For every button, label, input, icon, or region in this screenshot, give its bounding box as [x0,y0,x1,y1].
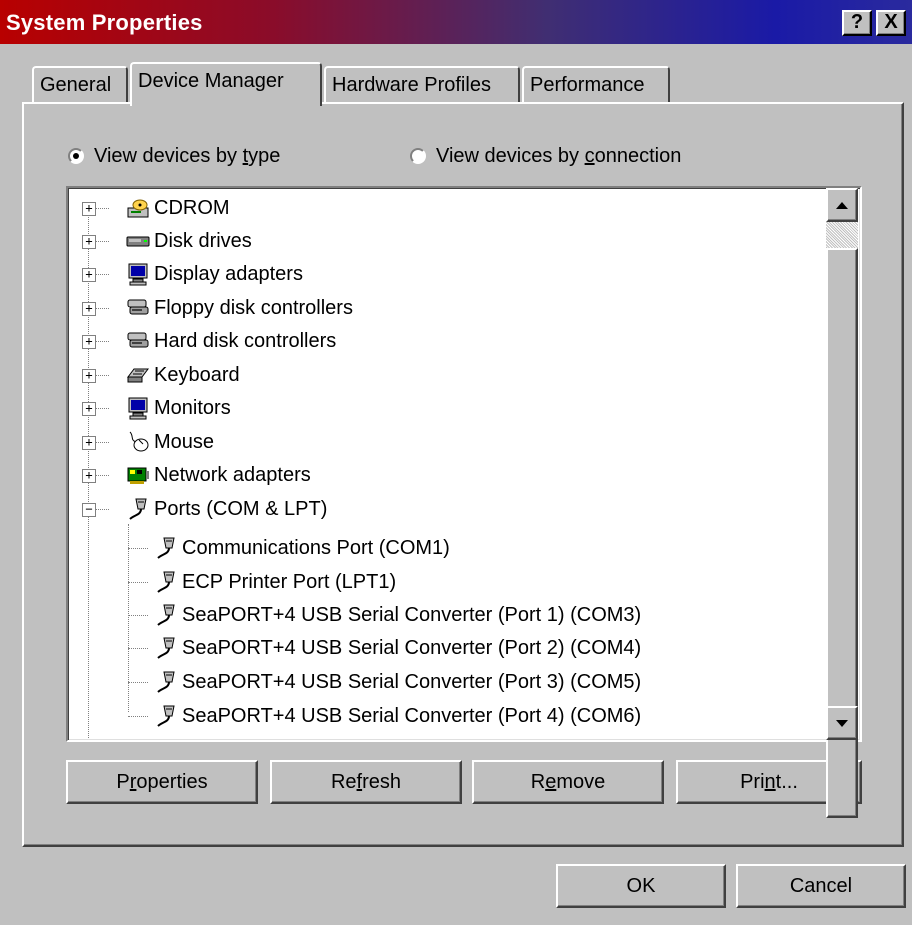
tree-item-label: CDROM [154,196,230,219]
tree-item-label: SeaPORT+4 USB Serial Converter (Port 1) … [182,603,642,626]
tree-scrollbar[interactable] [826,188,858,818]
disk-drive-icon [126,229,150,253]
radio-button[interactable] [68,148,84,164]
partial-item-icon [108,734,124,740]
tree-item-network-adapters[interactable]: + Network adapters [82,459,311,491]
display-adapter-icon [126,262,150,286]
tab-label: Hardware Profiles [332,74,491,96]
tab-label: Device Manager [138,70,284,92]
tree-item-label: SeaPORT+4 USB Serial Converter (Port 3) … [182,670,642,693]
arrow-up-icon [836,202,848,209]
tree-item-label: Display adapters [154,262,303,285]
tree-item-label: SeaPORT+4 USB Serial Converter (Port 4) … [182,704,642,727]
properties-button[interactable]: Properties [66,760,258,804]
tab-device-manager[interactable]: Device Manager [130,62,322,106]
tree-item-keyboard[interactable]: + Keyboard [82,359,240,391]
expand-icon[interactable]: + [82,369,96,383]
cancel-button[interactable]: Cancel [736,864,906,908]
tree-item-label: Ports (COM & LPT) [154,497,328,520]
tab-label: Performance [530,74,645,96]
arrow-down-icon [836,720,848,727]
collapse-icon[interactable]: − [82,503,96,517]
tab-hardware-profiles[interactable]: Hardware Profiles [324,66,520,104]
expand-icon[interactable]: + [82,202,96,216]
tab-label: General [40,74,112,96]
monitor-icon [126,396,150,420]
tree-item-lpt1[interactable]: ECP Printer Port (LPT1) [128,566,396,598]
tab-performance[interactable]: Performance [522,66,670,104]
expand-icon[interactable]: + [82,402,96,416]
tree-item-com6[interactable]: SeaPORT+4 USB Serial Converter (Port 4) … [128,700,641,732]
tree-item-label: Disk drives [154,229,252,252]
tree-item-label: Communications Port (COM1) [182,536,450,559]
ok-button[interactable]: OK [556,864,726,908]
tree-item-hard-disk-controllers[interactable]: + Hard disk controllers [82,325,336,357]
mouse-icon [126,430,150,454]
port-icon [154,636,178,660]
tree-item-label: ECP Printer Port (LPT1) [182,570,397,593]
port-icon [154,704,178,728]
tree-item-cdrom[interactable]: + CDROM [82,192,230,224]
tree-item-label: Mouse [154,430,215,453]
close-button[interactable]: X [876,10,906,36]
view-by-type-label: View devices by type [94,144,281,167]
tree-item-label: SeaPORT+4 USB Serial Converter (Port 2) … [182,636,642,659]
tree-item-com4[interactable]: SeaPORT+4 USB Serial Converter (Port 2) … [128,632,641,664]
expand-icon[interactable]: + [82,235,96,249]
scroll-down-button[interactable] [826,706,858,740]
tree-item-disk-drives[interactable]: + Disk drives [82,225,252,257]
tree-item-display-adapters[interactable]: + Display adapters [82,258,303,290]
view-by-connection-option[interactable]: View devices by connection [410,142,681,170]
tree-item-com1[interactable]: Communications Port (COM1) [128,532,450,564]
remove-button[interactable]: Remove [472,760,664,804]
expand-icon[interactable]: + [82,469,96,483]
tree-item-label: Network adapters [154,463,311,486]
radio-button[interactable] [410,148,426,164]
view-by-connection-label: View devices by connection [436,144,682,167]
tree-item-label: Floppy disk controllers [154,296,353,319]
tree-item-mouse[interactable]: + Mouse [82,426,214,458]
expand-icon[interactable]: + [82,436,96,450]
view-by-type-option[interactable]: View devices by type [68,142,280,170]
cdrom-icon [126,196,150,220]
window-title: System Properties [6,10,203,35]
expand-icon[interactable]: + [82,268,96,282]
refresh-button[interactable]: Refresh [270,760,462,804]
tree-item-monitors[interactable]: + Monitors [82,392,231,424]
port-icon [126,497,150,521]
port-icon [154,570,178,594]
controller-icon [126,329,150,353]
port-icon [154,536,178,560]
port-icon [154,603,178,627]
tree-item-com3[interactable]: SeaPORT+4 USB Serial Converter (Port 1) … [128,599,641,631]
keyboard-icon [126,363,150,387]
tree-item-com5[interactable]: SeaPORT+4 USB Serial Converter (Port 3) … [128,666,641,698]
title-bar[interactable]: System Properties ? X [0,0,912,44]
tree-item-floppy-disk-controllers[interactable]: + Floppy disk controllers [82,292,353,324]
tree-item-label: Keyboard [154,363,240,386]
tree-item-label: Monitors [154,396,231,419]
controller-icon [126,296,150,320]
network-adapter-icon [126,463,150,487]
expand-icon[interactable]: + [82,302,96,316]
scroll-up-button[interactable] [826,188,858,222]
tree-item-ports[interactable]: − Ports (COM & LPT) [82,493,327,525]
tree-item-label: Hard disk controllers [154,329,337,352]
device-tree[interactable]: + CDROM + Disk drives + Display adapters… [66,186,862,742]
tab-general[interactable]: General [32,66,128,104]
port-icon [154,670,178,694]
help-button[interactable]: ? [842,10,872,36]
expand-icon[interactable]: + [82,335,96,349]
